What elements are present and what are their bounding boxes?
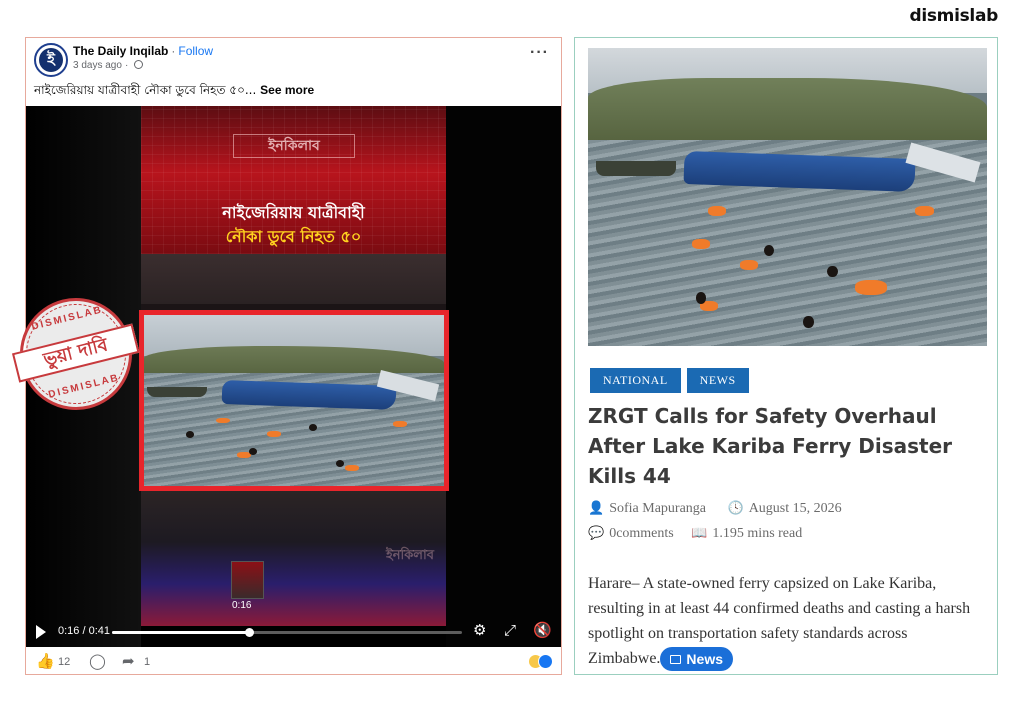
video-letterbox-right <box>446 106 561 647</box>
news-article-card: NATIONAL NEWS ZRGT Calls for Safety Overh… <box>574 37 998 675</box>
like-count: 12 <box>58 656 71 668</box>
video-title-banner: ইনকিলাব নাইজেরিয়ায় যাত্রীবাহী নৌকা ডুব… <box>141 106 446 254</box>
article-stats: 💬 0comments 📖 1.195 mins read <box>588 526 802 542</box>
dismislab-logo: dismislab <box>909 6 998 26</box>
settings-gear-icon[interactable]: ⚙ <box>473 622 486 640</box>
page-name-row: The Daily Inqilab · Follow <box>73 44 213 58</box>
tag-news[interactable]: NEWS <box>686 368 749 393</box>
volume-muted-icon[interactable]: 🔇 <box>533 622 552 640</box>
share-icon[interactable]: ➦ <box>122 652 135 670</box>
photo-life-vest <box>691 238 711 249</box>
page-avatar[interactable]: ই <box>34 43 68 77</box>
photo-swimmer <box>763 244 774 256</box>
post-timestamp[interactable]: 3 days ago <box>73 60 122 71</box>
globe-icon <box>134 60 144 69</box>
photo-swimmer <box>695 292 707 304</box>
fullscreen-icon[interactable]: ⤢ <box>504 622 516 640</box>
video-headline-line2: নৌকা ডুবে নিহত ৫০ <box>225 227 362 246</box>
article-date: August 15, 2026 <box>748 501 842 516</box>
follow-button[interactable]: Follow <box>178 44 213 58</box>
video-lake-backdrop <box>141 254 446 304</box>
reaction-summary[interactable] <box>528 653 553 671</box>
article-author[interactable]: Sofia Mapuranga <box>609 501 706 516</box>
article-excerpt: Harare– A state-owned ferry capsized on … <box>588 571 983 672</box>
article-excerpt-text: Harare– A state-owned ferry capsized on … <box>588 575 971 667</box>
more-options-icon[interactable]: ··· <box>530 44 549 62</box>
newspaper-icon <box>670 655 682 665</box>
video-progress-fill <box>112 631 249 634</box>
photo-life-vest <box>739 259 758 270</box>
news-pill-button[interactable]: News <box>660 647 733 672</box>
caption-text: নাইজেরিয়ায় যাত্রীবাহী নৌকা ডুবে নিহত ৫… <box>34 83 257 97</box>
photo-life-vest <box>855 280 888 296</box>
tag-national[interactable]: NATIONAL <box>590 368 681 393</box>
photo-life-vest <box>267 431 281 438</box>
post-meta: 3 days ago · <box>73 60 144 71</box>
photo-life-vest <box>915 205 934 217</box>
photo-life-vest <box>345 465 359 472</box>
photo-small-boat <box>147 386 207 398</box>
scrub-preview-thumbnail <box>231 561 264 599</box>
video-progress-knob[interactable] <box>244 628 254 637</box>
video-headline-line1: নাইজেরিয়ায় যাত্রীবাহী <box>222 203 365 222</box>
article-byline: 👤 Sofia Mapuranga 🕓 August 15, 2026 <box>588 501 842 517</box>
dot-separator: · <box>124 60 129 71</box>
post-caption: নাইজেরিয়ায় যাত্রীবাহী নৌকা ডুবে নিহত ৫… <box>34 82 314 102</box>
article-featured-image <box>588 48 987 346</box>
video-progress-bar[interactable] <box>112 628 462 637</box>
dot-separator: · <box>171 44 176 58</box>
post-header: ই The Daily Inqilab · Follow 3 days ago · ·… <box>26 38 561 104</box>
comments-icon: 💬 <box>588 526 605 541</box>
inqilab-wordmark: ইনকিলাব <box>233 134 355 158</box>
video-controls: 0:16 / 0:41 ⚙ ⤢ 🔇 <box>26 616 561 647</box>
article-title[interactable]: ZRGT Calls for Safety Overhaul After Lak… <box>588 401 988 491</box>
article-comments[interactable]: 0comments <box>609 526 674 541</box>
photo-hills <box>144 345 444 377</box>
photo-swimmer <box>186 431 194 438</box>
post-footer: 👍 12 ◯ ➦ 1 <box>26 647 561 674</box>
comment-icon[interactable]: ◯ <box>89 652 106 670</box>
video-time: 0:16 / 0:41 <box>58 625 110 637</box>
author-icon: 👤 <box>588 501 605 516</box>
news-pill-label: News <box>686 651 723 668</box>
photo-swimmer <box>309 424 317 431</box>
share-count: 1 <box>144 656 151 668</box>
inqilab-logo-icon: ই <box>39 48 63 72</box>
page-name-link[interactable]: The Daily Inqilab <box>73 44 168 58</box>
video-lower-wordmark: ইনকিলাব <box>385 548 434 563</box>
video-ferry-photo <box>139 310 449 491</box>
photo-life-vest <box>707 205 727 217</box>
article-read-time: 1.195 mins read <box>712 526 803 541</box>
photo-swimmer <box>249 448 257 455</box>
book-icon: 📖 <box>691 526 708 541</box>
photo-life-vest <box>393 421 407 427</box>
photo-swimmer <box>827 265 838 277</box>
photo-swimmer <box>803 316 814 328</box>
photo-life-vest <box>216 417 230 424</box>
photo-swimmer <box>336 460 344 467</box>
clock-icon: 🕓 <box>727 501 744 516</box>
article-tags: NATIONAL NEWS <box>590 368 755 393</box>
photo-small-boat <box>595 161 676 177</box>
see-more-link[interactable]: See more <box>260 83 314 97</box>
scrub-preview-time: 0:16 <box>232 600 252 611</box>
play-icon[interactable] <box>36 625 46 639</box>
photo-hills <box>588 77 987 144</box>
like-icon[interactable]: 👍 <box>36 652 55 670</box>
like-reaction-icon <box>538 654 553 670</box>
